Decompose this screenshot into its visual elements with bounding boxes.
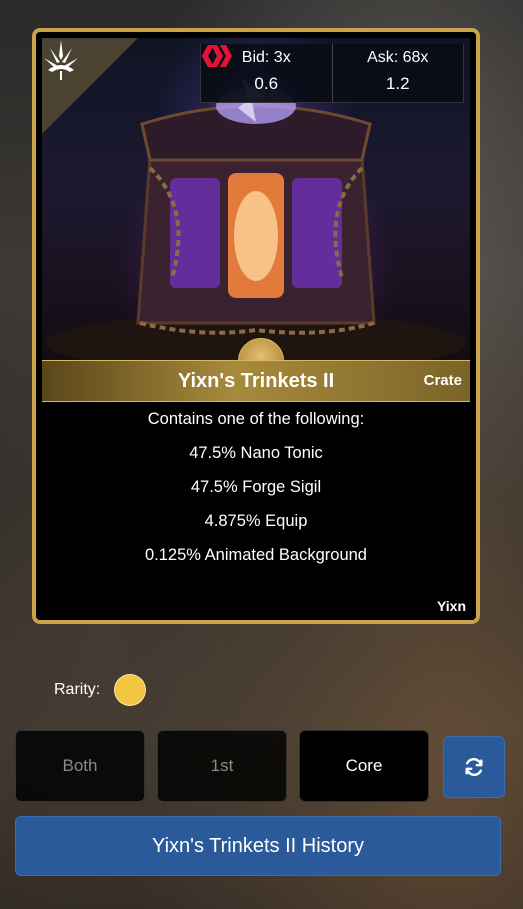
history-button[interactable]: Yixn's Trinkets II History bbox=[15, 816, 501, 876]
market-price-box: Bid: 3x 0.6 Ask: 68x 1.2 bbox=[200, 44, 464, 103]
card-creator: Yixn bbox=[436, 598, 466, 614]
card-type: Crate bbox=[423, 372, 462, 389]
item-card[interactable]: Bid: 3x 0.6 Ask: 68x 1.2 Yixn's Trinkets… bbox=[32, 28, 480, 624]
card-title-banner: Yixn's Trinkets II Crate bbox=[42, 360, 470, 402]
ask-label: Ask: 68x bbox=[367, 49, 429, 66]
rarity-row: Rarity: bbox=[54, 674, 147, 706]
hive-icon bbox=[202, 45, 232, 67]
refresh-button[interactable] bbox=[443, 736, 505, 798]
content-line: 4.875% Equip bbox=[204, 512, 308, 530]
crown-emblem-icon bbox=[44, 40, 78, 80]
rarity-label: Rarity: bbox=[54, 681, 101, 698]
refresh-icon bbox=[465, 757, 483, 777]
content-line: 0.125% Animated Background bbox=[145, 546, 367, 564]
core-button[interactable]: Core bbox=[299, 730, 429, 802]
ask-panel[interactable]: Ask: 68x 1.2 bbox=[202, 44, 464, 102]
card-artwork: Bid: 3x 0.6 Ask: 68x 1.2 bbox=[42, 38, 470, 360]
segment-controls: Both 1st Core bbox=[15, 730, 505, 802]
both-button[interactable]: Both bbox=[15, 730, 145, 802]
description-header: Contains one of the following: bbox=[147, 410, 365, 428]
card-description: Contains one of the following: 47.5% Nan… bbox=[42, 402, 470, 572]
card-title: Yixn's Trinkets II bbox=[177, 370, 335, 392]
bid-price: 0.6 bbox=[254, 74, 279, 93]
ask-price: 1.2 bbox=[385, 74, 410, 93]
content-line: 47.5% Nano Tonic bbox=[189, 444, 323, 462]
first-edition-button[interactable]: 1st bbox=[157, 730, 287, 802]
rarity-indicator bbox=[114, 674, 147, 706]
content-line: 47.5% Forge Sigil bbox=[190, 478, 322, 496]
